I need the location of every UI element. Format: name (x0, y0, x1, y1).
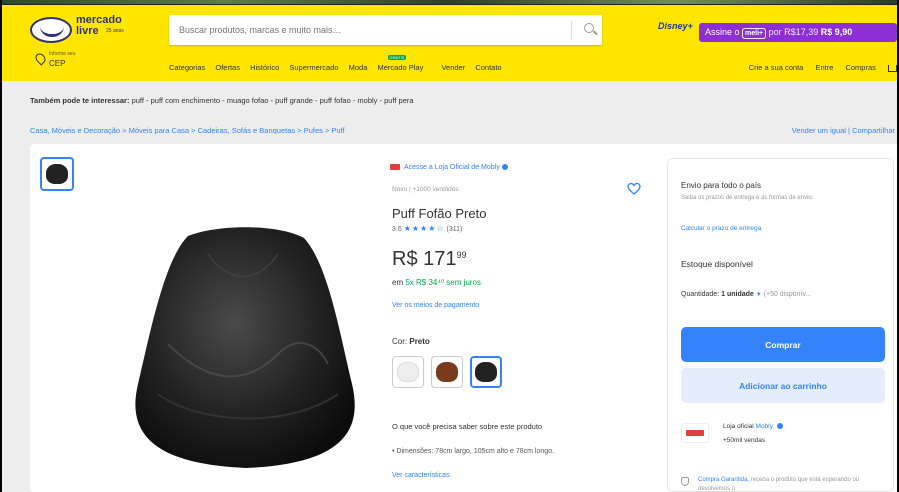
thumbnail-image (46, 164, 68, 184)
breadcrumb[interactable]: Casa, Móveis e Decoração > Móveis para C… (30, 126, 345, 135)
search-separator (571, 21, 572, 39)
shield-icon (681, 477, 689, 486)
browser-frame: mercado livre 25 anos Disney+ Assine o m… (0, 0, 899, 492)
product-price: R$ 17199 (392, 248, 467, 271)
price-cents: 99 (456, 250, 467, 260)
chevron-down-icon: ▼ (755, 292, 762, 298)
quantity-available: (+50 disponív... (763, 291, 812, 298)
color-label: Cor: Preto (392, 337, 430, 346)
quantity-value: 1 unidade (721, 291, 754, 298)
official-store-link[interactable]: Acesse a Loja Oficial de Mobly (390, 164, 508, 171)
heart-icon[interactable] (627, 182, 641, 196)
seller-logo[interactable] (681, 423, 709, 443)
product-title: Puff Fofão Preto (392, 206, 487, 221)
product-thumbnail[interactable] (40, 157, 74, 191)
nav-item-vender[interactable]: Vender (441, 63, 465, 72)
add-to-cart-button[interactable]: Adicionar ao carrinho (681, 368, 885, 403)
related-items[interactable]: puff - puff com enchimento - muago fofao… (132, 96, 414, 105)
related-label: Também pode te interessar: (30, 96, 130, 105)
account-nav: Crie a sua conta Entre Compras (739, 63, 897, 72)
main-nav: Categorias Ofertas Histórico Supermercad… (169, 55, 510, 75)
condition-sold: Novo | +1000 vendidos (392, 186, 459, 193)
swatch-white-image (397, 362, 419, 382)
search-icon[interactable] (584, 23, 594, 33)
location-selector[interactable]: Informe seu CEP (33, 51, 116, 73)
meli-plus-promo-banner[interactable]: Assine o meli+ por R$17,39 R$ 9,90 (699, 23, 897, 42)
site-header: mercado livre 25 anos Disney+ Assine o m… (2, 5, 897, 81)
nav-item-categorias[interactable]: Categorias (169, 63, 205, 72)
cart-icon[interactable] (888, 64, 897, 72)
create-account-link[interactable]: Crie a sua conta (749, 63, 804, 72)
payment-methods-link[interactable]: Ver os meios de pagamento (392, 302, 479, 309)
nav-item-historico[interactable]: Histórico (250, 63, 279, 72)
rating-count: (311) (446, 226, 463, 233)
promo-new-price: R$ 9,90 (820, 27, 853, 37)
location-cep: CEP (49, 59, 66, 68)
color-swatch-branco[interactable] (392, 356, 424, 388)
purchases-link[interactable]: Compras (845, 63, 875, 72)
nav-item-supermercado[interactable]: Supermercado (289, 63, 338, 72)
product-main-image[interactable] (128, 224, 362, 474)
product-card: Acesse a Loja Oficial de Mobly Novo | +1… (30, 144, 897, 492)
guarantee-link[interactable]: Compra Garantida, (698, 477, 749, 483)
nav-item-contato[interactable]: Contato (475, 63, 501, 72)
breadcrumb-actions[interactable]: Vender um igual | Compartilhar (792, 126, 895, 135)
color-swatch-preto[interactable] (470, 356, 502, 388)
quantity-selector[interactable]: Quantidade: 1 unidade ▼ (+50 disponív... (681, 291, 811, 298)
promo-prefix: Assine o (705, 27, 740, 37)
color-selected: Preto (409, 337, 430, 346)
shipping-description: Saiba os prazos de entrega e as formas d… (681, 195, 814, 201)
related-searches: Também pode te interessar: puff - puff c… (30, 96, 414, 105)
buy-now-button[interactable]: Comprar (681, 327, 885, 362)
nav-item-ofertas[interactable]: Ofertas (215, 63, 240, 72)
handshake-logo-icon (30, 17, 72, 43)
swatch-brown-image (436, 362, 458, 382)
seller-sales: +50mil vendas (723, 437, 766, 444)
swatch-black-image (475, 362, 497, 382)
seller-name[interactable]: Loja oficial Mobly (723, 423, 783, 430)
search-bar (169, 15, 602, 45)
store-logo-icon (390, 164, 400, 171)
nav-item-moda[interactable]: Moda (349, 63, 368, 72)
see-characteristics-link[interactable]: Ver características (392, 472, 450, 479)
installments-value: 5x R$ 34⁴⁰ sem juros (405, 278, 481, 287)
meli-plus-badge: meli+ (742, 28, 767, 39)
location-pin-icon (33, 51, 48, 66)
product-highlights-title: O que você precisa saber sobre este prod… (392, 422, 543, 431)
rating-value: 3.6 (392, 226, 402, 233)
location-hint: Informe seu (49, 51, 76, 57)
search-input[interactable] (169, 15, 559, 45)
installments-info: em 5x R$ 34⁴⁰ sem juros (392, 278, 481, 287)
free-tag: GRÁTIS (387, 55, 407, 60)
seller-verified-icon (776, 423, 783, 430)
rating-stars-icon: ★★★★☆ (403, 224, 445, 233)
calculate-delivery-link[interactable]: Calcular o prazo de entrega (681, 225, 761, 232)
promo-old-price: por R$17,39 (768, 27, 819, 37)
logo-anniversary: 25 anos (106, 28, 124, 34)
buy-box: Envio para todo o país Saiba os prazos d… (667, 158, 894, 492)
mercado-livre-logo[interactable]: mercado livre 25 anos (30, 15, 130, 45)
purchase-guarantee: Compra Garantida, receba o produto que e… (698, 477, 860, 492)
product-rating[interactable]: 3.6 ★★★★☆ (311) (392, 224, 462, 233)
price-integer: R$ 171 (392, 248, 457, 270)
nav-item-mercado-play[interactable]: GRÁTIS Mercado Play (378, 55, 432, 72)
login-link[interactable]: Entre (815, 63, 833, 72)
color-swatch-marrom[interactable] (431, 356, 463, 388)
disney-plus-logo[interactable]: Disney+ (658, 21, 693, 41)
stock-status: Estoque disponível (681, 259, 753, 269)
verified-icon (501, 164, 508, 171)
product-highlight-dimensions: • Dimensões: 78cm largo, 105cm alto e 78… (392, 448, 554, 455)
shipping-title: Envio para todo o país (681, 181, 762, 190)
